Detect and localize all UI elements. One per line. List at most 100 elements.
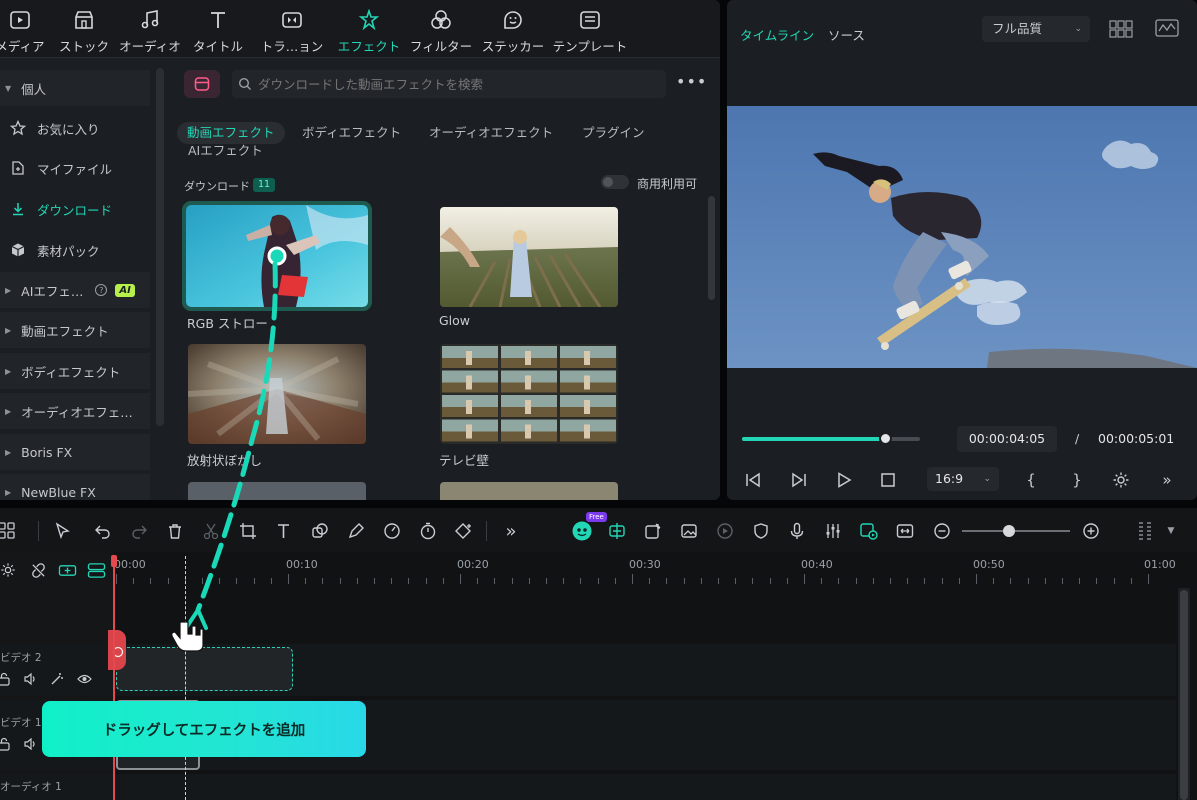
more-controls-button[interactable]: »: [1155, 468, 1179, 492]
tab-title[interactable]: タイトル: [190, 0, 246, 58]
lock-track-icon[interactable]: [0, 736, 12, 752]
auto-beat-sync-icon[interactable]: [606, 520, 628, 542]
ai-tool-icon[interactable]: [642, 520, 664, 542]
text-tool-icon[interactable]: [273, 520, 295, 542]
timeline-scrollbar-thumb[interactable]: [1180, 590, 1188, 800]
tab-sticker[interactable]: ステッカー: [478, 0, 548, 58]
chevron-down-icon[interactable]: ▼: [1160, 520, 1182, 542]
effect-card-partial[interactable]: [440, 482, 618, 500]
quality-dropdown[interactable]: フル品質 ⌄: [982, 16, 1090, 42]
playhead-line[interactable]: [113, 556, 115, 800]
category-tab-audio-effects[interactable]: オーディオエフェクト: [419, 122, 563, 144]
track-manager-icon[interactable]: [87, 562, 106, 579]
effect-card-rgb-stroke[interactable]: [182, 201, 372, 311]
fit-timeline-icon[interactable]: [894, 520, 916, 542]
sidebar-group-newblue-fx[interactable]: ▶ NewBlue FX: [0, 474, 150, 500]
tab-media[interactable]: メディア: [0, 0, 48, 58]
magic-effect-icon[interactable]: [49, 671, 65, 687]
tab-audio[interactable]: オーディオ: [118, 0, 182, 58]
more-options-button[interactable]: •••: [676, 72, 706, 96]
grid-view-icon[interactable]: [1109, 20, 1133, 38]
help-icon[interactable]: ?: [95, 284, 108, 296]
sidebar-item-my-files[interactable]: マイファイル: [0, 150, 150, 186]
eye-visibility-icon[interactable]: [76, 671, 92, 687]
preview-tab-source[interactable]: ソース: [828, 25, 865, 44]
preview-tab-timeline[interactable]: タイムライン: [740, 25, 814, 44]
pen-draw-icon[interactable]: [345, 520, 367, 542]
current-timecode[interactable]: 00:00:04:05: [957, 426, 1057, 452]
mark-out-button[interactable]: }: [1065, 468, 1089, 492]
double-chevron-right-icon[interactable]: »: [500, 520, 522, 542]
aspect-ratio-dropdown[interactable]: 16:9 ⌄: [927, 467, 999, 491]
track-layout-icon[interactable]: [1134, 520, 1156, 542]
sidebar-group-video-effects[interactable]: ▶ 動画エフェクト: [0, 312, 150, 348]
play-button[interactable]: [832, 468, 856, 492]
render-preview-icon[interactable]: [858, 520, 880, 542]
image-edit-icon[interactable]: [678, 520, 700, 542]
clip-marker[interactable]: [108, 630, 126, 670]
sidebar-item-asset-pack[interactable]: 素材パック: [0, 232, 150, 268]
tab-transition[interactable]: トラ…ョン: [256, 0, 328, 58]
effect-card-partial[interactable]: [188, 482, 366, 500]
sidebar-group-body-effects[interactable]: ▶ ボディエフェクト: [0, 353, 150, 389]
split-scissors-icon[interactable]: [200, 520, 222, 542]
category-tab-body-effects[interactable]: ボディエフェクト: [292, 122, 411, 144]
audio-mixer-icon[interactable]: [822, 520, 844, 542]
preview-settings-button[interactable]: [1109, 468, 1133, 492]
motion-track-icon[interactable]: [714, 520, 736, 542]
next-frame-button[interactable]: [787, 468, 811, 492]
store-button[interactable]: [184, 70, 220, 98]
category-tab-ai-effects[interactable]: AIエフェクト: [178, 140, 273, 162]
playback-scrubber-handle[interactable]: [879, 432, 892, 445]
tab-effects[interactable]: エフェクト: [334, 0, 404, 58]
category-tab-plugins[interactable]: プラグイン: [572, 122, 655, 144]
timeline-settings-icon[interactable]: [0, 562, 16, 578]
tab-stock[interactable]: ストック: [58, 0, 110, 58]
sidebar-group-audio-effects[interactable]: ▶ オーディオエフェ…: [0, 393, 150, 429]
lock-track-icon[interactable]: [0, 671, 12, 687]
effect-card-glow[interactable]: [440, 207, 618, 307]
stop-button[interactable]: [876, 468, 900, 492]
unlink-icon[interactable]: [30, 562, 47, 579]
speed-ramp-icon[interactable]: [381, 520, 403, 542]
timer-icon[interactable]: [417, 520, 439, 542]
sidebar-item-favorites[interactable]: お気に入り: [0, 110, 150, 146]
crop-icon[interactable]: [237, 520, 259, 542]
mark-in-button[interactable]: {: [1019, 468, 1043, 492]
tab-template[interactable]: テンプレート: [552, 0, 628, 58]
waveform-monitor-icon[interactable]: [1155, 18, 1179, 38]
sidebar-group-ai-effects[interactable]: ▶ AIエフェ… ? AI: [0, 272, 150, 308]
tab-filter[interactable]: フィルター: [406, 0, 476, 58]
effect-drop-zone[interactable]: [116, 647, 293, 691]
effects-grid-scrollbar[interactable]: [708, 196, 715, 300]
speaker-icon[interactable]: [22, 671, 38, 687]
layout-grid-icon[interactable]: [0, 520, 18, 542]
search-box[interactable]: [232, 70, 666, 98]
sidebar-item-downloads[interactable]: ダウンロード: [0, 191, 150, 227]
sidebar-section-personal[interactable]: ▼ 個人: [0, 70, 150, 106]
zoom-in-icon[interactable]: [1080, 520, 1102, 542]
zoom-out-icon[interactable]: [931, 520, 953, 542]
sidebar-scrollbar[interactable]: [156, 68, 164, 426]
shape-mask-icon[interactable]: [309, 520, 331, 542]
shield-marker-icon[interactable]: [750, 520, 772, 542]
delete-trash-icon[interactable]: [164, 520, 186, 542]
add-track-icon[interactable]: [58, 562, 77, 579]
effect-card-radial-blur[interactable]: [188, 344, 366, 444]
zoom-slider-track[interactable]: [962, 530, 1070, 532]
zoom-slider-handle[interactable]: [1003, 525, 1015, 537]
ai-copilot-icon[interactable]: [571, 520, 593, 542]
previous-frame-button[interactable]: [741, 468, 765, 492]
playhead-handle[interactable]: [111, 555, 117, 567]
undo-icon[interactable]: [92, 520, 114, 542]
video-preview[interactable]: [727, 106, 1197, 368]
redo-icon[interactable]: [128, 520, 150, 542]
keyframe-effect-icon[interactable]: [453, 520, 475, 542]
sidebar-group-boris-fx[interactable]: ▶ Boris FX: [0, 434, 150, 470]
speaker-icon[interactable]: [22, 736, 38, 752]
effect-card-tv-wall[interactable]: [440, 344, 618, 444]
track-audio-1[interactable]: [0, 774, 1176, 800]
select-cursor-icon[interactable]: [52, 520, 74, 542]
commercial-use-toggle[interactable]: [601, 175, 629, 189]
search-input[interactable]: [258, 76, 638, 92]
